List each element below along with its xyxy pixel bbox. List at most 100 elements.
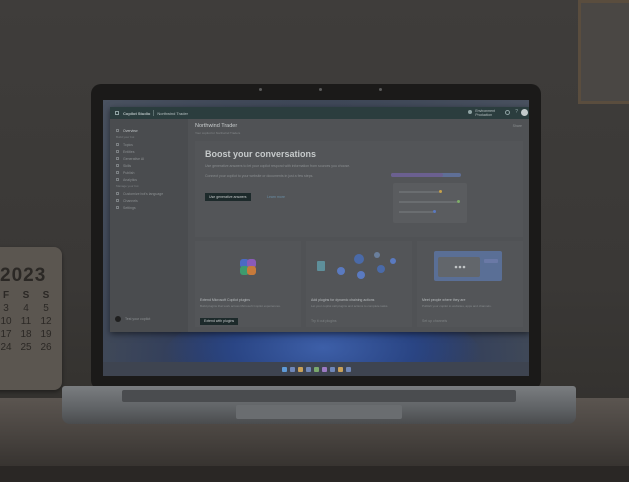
camera-dot [319,88,322,91]
app-icon[interactable] [337,366,343,372]
sidebar-item-generative-ai[interactable]: Generative AI [110,155,188,162]
calendar-day: 17 [0,329,12,340]
calendar-day: 25 [20,342,32,353]
sidebar-item-entities[interactable]: Entities [110,148,188,155]
entities-icon [116,150,119,153]
sensor-dot [259,88,262,91]
start-icon[interactable] [281,366,287,372]
environment-value: Production [475,113,493,117]
illustration-line [399,201,457,203]
sidebar-item-label: Analytics [123,177,138,182]
calendar-grid: F S S 3 4 5 10 11 12 17 18 19 24 25 26 [0,289,52,354]
sidebar-item-publish[interactable]: Publish [110,169,188,176]
avatar[interactable] [521,109,528,116]
card-title: Add plugins for dynamic chaining actions [311,298,375,302]
calendar-day: 3 [3,303,9,314]
sidebar-item-language[interactable]: Customize bot's language [110,190,188,197]
set-up-channels-link[interactable]: Set up channels [422,319,447,323]
sidebar-item-overview[interactable]: Overview [110,127,188,134]
learn-more-link[interactable]: Learn more [267,193,285,201]
app-launcher-icon[interactable] [115,111,119,115]
windows-taskbar [103,362,529,376]
card-title: Extend Microsoft Copilot plugins [200,298,250,302]
sidebar-item-skills[interactable]: Skills [110,162,188,169]
laptop-screen: Copilot Studio Northwind Trader Environm… [103,100,529,376]
skills-icon [116,164,119,167]
illustration-dot [433,210,436,213]
settings-gear-icon[interactable] [505,110,510,115]
use-generative-answers-button[interactable]: Use generative answers [205,193,251,201]
help-icon[interactable]: ? [515,110,518,115]
sidebar-item-settings[interactable]: Settings [110,204,188,211]
settings-icon [116,206,119,209]
calendar-week-row: 17 18 19 [0,328,52,341]
calendar-day: 18 [20,329,32,340]
chat-bubble-icon [115,316,121,322]
feature-card-actions: Add plugins for dynamic chaining actions… [306,241,412,327]
laptop-base [62,386,576,424]
calendar-day: 4 [23,303,29,314]
sidebar-section-build: Build your bot [116,135,135,139]
desk-calendar: 2023 F S S 3 4 5 10 11 12 17 18 19 24 25… [0,247,62,390]
extend-with-plugins-button[interactable]: Extend with plugins [200,318,239,325]
teams-icon[interactable] [313,366,319,372]
environment-icon [468,110,472,114]
calendar-day: 5 [43,303,49,314]
card-illustration [195,241,301,293]
search-icon[interactable] [289,366,295,372]
home-icon [116,129,119,132]
calendar-day: 11 [20,316,32,327]
publish-icon [116,171,119,174]
share-button[interactable]: Share [513,124,522,128]
illustration-bar-accent [391,173,443,177]
sidebar-item-analytics[interactable]: Analytics [110,176,188,183]
calendar-week-row: 3 4 5 [0,302,52,315]
sidebar-item-label: Topics [123,142,133,147]
sidebar-section-manage: Manage your bot [116,184,139,188]
app-titlebar: Copilot Studio Northwind Trader Environm… [110,107,529,119]
keyboard [122,390,516,402]
try-plugins-link[interactable]: Try it out plugins [311,319,337,323]
sidebar-item-channels[interactable]: Channels [110,197,188,204]
calendar-day: 26 [40,342,52,353]
calendar-day: 24 [0,342,12,353]
sidebar-item-label: Customize bot's language [123,191,164,196]
sensor-dot [379,88,382,91]
breadcrumb[interactable]: Northwind Trader [157,111,188,116]
sidebar-item-label: Entities [123,149,135,154]
environment-switcher[interactable]: Environment Production [475,109,495,117]
calendar-day: 12 [40,316,52,327]
app-name[interactable]: Copilot Studio [123,111,150,116]
calendar-weekday-row: F S S [0,289,52,302]
sidebar-item-topics[interactable]: Topics [110,141,188,148]
desk-edge [0,466,629,482]
calendar-weekday: F [2,290,10,301]
app-icon[interactable] [321,366,327,372]
app-icon[interactable] [345,366,351,372]
copilot-studio-window: Copilot Studio Northwind Trader Environm… [110,107,529,332]
main-content: Northwind Trader Your copilot for Northw… [188,119,529,332]
boost-description-secondary: Connect your copilot to your website or … [205,174,314,178]
test-copilot-button[interactable]: Test your copilot [115,316,150,322]
laptop-lid: Copilot Studio Northwind Trader Environm… [91,84,541,390]
channels-icon [116,199,119,202]
card-illustration [417,241,523,293]
calendar-day: 10 [0,316,12,327]
copilot-logo-icon [238,257,258,277]
chat-window-icon [434,251,502,281]
card-illustration [306,241,412,293]
language-icon [116,192,119,195]
edge-icon[interactable] [305,366,311,372]
calendar-week-row: 24 25 26 [0,341,52,354]
illustration-line [399,211,433,213]
card-text: Publish your copilot to websites, apps a… [422,304,492,308]
boost-panel: Boost your conversations Use generative … [195,141,523,237]
app-icon[interactable] [329,366,335,372]
topics-icon [116,143,119,146]
boost-illustration [391,173,471,231]
page-title: Northwind Trader [195,123,238,129]
feature-cards: Extend Microsoft Copilot plugins Build p… [195,241,523,327]
card-text: Build plugins that work across Microsoft… [200,304,281,308]
file-explorer-icon[interactable] [297,366,303,372]
page-subtitle: Your copilot for Northwind Traders [195,131,241,135]
